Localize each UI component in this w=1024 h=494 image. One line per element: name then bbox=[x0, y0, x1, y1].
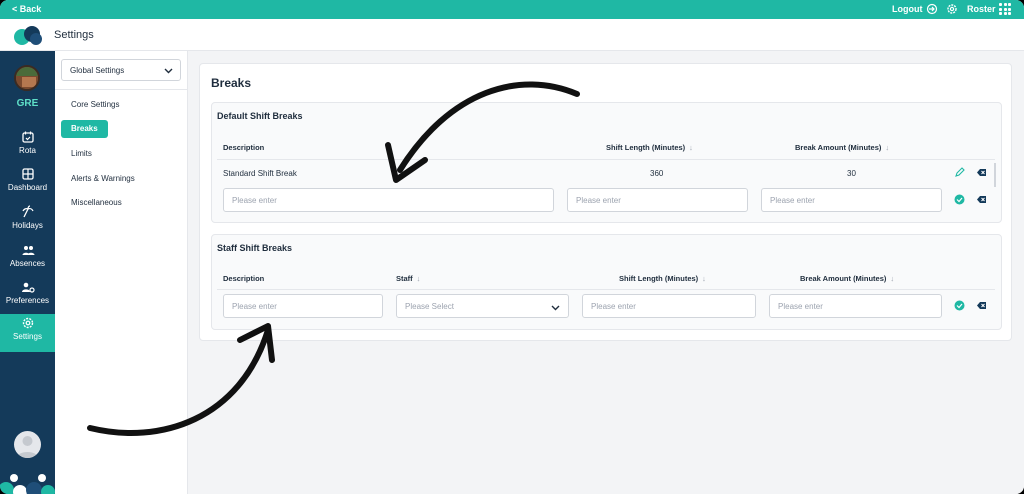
col-staff[interactable]: Staff ↓ bbox=[396, 274, 420, 283]
row-shift-length: 360 bbox=[650, 169, 664, 178]
settings-scope-select[interactable]: Global Settings bbox=[61, 59, 181, 81]
settings-scope-value: Global Settings bbox=[70, 66, 125, 75]
sidebar-item-breaks[interactable]: Breaks bbox=[61, 120, 108, 138]
staff-breaks-title: Staff Shift Breaks bbox=[217, 243, 293, 253]
row-break-amount: 30 bbox=[847, 169, 856, 178]
scroll-handle[interactable] bbox=[994, 163, 996, 187]
sidebar-item-core-settings[interactable]: Core Settings bbox=[61, 96, 129, 114]
row-description: Standard Shift Break bbox=[223, 169, 297, 178]
logout-icon[interactable] bbox=[926, 3, 938, 15]
staff-shift-breaks: Staff Shift Breaks Description Staff ↓ Sh… bbox=[211, 234, 1002, 330]
breaks-card: Breaks Default Shift Breaks Description … bbox=[199, 63, 1012, 341]
org-avatar[interactable] bbox=[14, 65, 40, 91]
sort-arrow-icon: ↓ bbox=[885, 143, 890, 152]
col-description[interactable]: Description bbox=[223, 143, 264, 152]
sidebar-item-alerts-warnings[interactable]: Alerts & Warnings bbox=[61, 170, 145, 188]
logout-link[interactable]: Logout bbox=[892, 4, 923, 14]
staff-description-input[interactable]: Please enter bbox=[223, 294, 383, 318]
sidebar-item-miscellaneous[interactable]: Miscellaneous bbox=[61, 194, 132, 212]
rail-item-holidays[interactable]: Holidays bbox=[0, 203, 55, 239]
main-content: Breaks Default Shift Breaks Description … bbox=[188, 51, 1024, 494]
edit-icon[interactable] bbox=[954, 167, 965, 178]
chevron-down-icon bbox=[164, 68, 173, 74]
staff-shift-length-input[interactable]: Please enter bbox=[582, 294, 756, 318]
sort-arrow-icon: ↓ bbox=[890, 274, 895, 283]
section-heading: Breaks bbox=[211, 76, 252, 90]
left-rail: GRE Rota Dashboard Holidays Absences Pre… bbox=[0, 51, 55, 494]
calendar-icon bbox=[21, 131, 34, 143]
rail-label: Settings bbox=[13, 332, 42, 341]
delete-icon[interactable] bbox=[976, 167, 987, 178]
back-link[interactable]: < Back bbox=[12, 4, 41, 14]
col-description[interactable]: Description bbox=[223, 274, 264, 283]
user-avatar[interactable] bbox=[14, 431, 41, 458]
confirm-icon[interactable] bbox=[954, 300, 965, 311]
settings-sidebar: Global Settings Core Settings Breaks Lim… bbox=[55, 51, 188, 494]
staff-break-amount-input[interactable]: Please enter bbox=[769, 294, 942, 318]
chevron-down-icon bbox=[551, 305, 560, 311]
default-description-input[interactable]: Please enter bbox=[223, 188, 554, 212]
default-shift-length-input[interactable]: Please enter bbox=[567, 188, 748, 212]
col-shift-length[interactable]: Shift Length (Minutes) ↓ bbox=[606, 143, 693, 152]
roster-link[interactable]: Roster bbox=[967, 4, 996, 14]
absences-icon bbox=[22, 246, 34, 255]
settings-icon bbox=[22, 317, 33, 329]
rail-label: Preferences bbox=[5, 296, 50, 305]
col-shift-length[interactable]: Shift Length (Minutes) ↓ bbox=[619, 274, 706, 283]
sidebar-divider bbox=[55, 89, 188, 90]
col-break-amount[interactable]: Break Amount (Minutes) ↓ bbox=[795, 143, 889, 152]
holiday-icon bbox=[21, 205, 34, 218]
page-title: Settings bbox=[54, 29, 94, 41]
confirm-icon[interactable] bbox=[954, 194, 965, 205]
sidebar-item-limits[interactable]: Limits bbox=[61, 145, 102, 163]
default-shift-breaks: Default Shift Breaks Description Shift L… bbox=[211, 102, 1002, 223]
row-divider bbox=[217, 159, 995, 160]
clear-icon[interactable] bbox=[976, 300, 987, 311]
clear-icon[interactable] bbox=[976, 194, 987, 205]
sort-arrow-icon: ↓ bbox=[689, 143, 693, 152]
gear-icon[interactable] bbox=[946, 3, 958, 15]
rail-item-absences[interactable]: Absences bbox=[0, 241, 55, 277]
rail-label: Holidays bbox=[12, 221, 43, 230]
rail-item-rota[interactable]: Rota bbox=[0, 128, 55, 164]
rail-item-preferences[interactable]: Preferences bbox=[0, 278, 55, 314]
sort-arrow-icon: ↓ bbox=[702, 274, 706, 283]
col-break-amount[interactable]: Break Amount (Minutes) ↓ bbox=[800, 274, 894, 283]
app-header: Settings bbox=[0, 19, 1024, 51]
apps-grid-icon[interactable] bbox=[999, 3, 1011, 15]
app-window: < Back Logout Roster Settings GRE Rota D… bbox=[0, 0, 1024, 494]
org-code: GRE bbox=[16, 98, 39, 109]
rail-label: Rota bbox=[19, 146, 36, 155]
rail-item-settings[interactable]: Settings bbox=[0, 314, 55, 352]
rail-label: Dashboard bbox=[7, 183, 48, 192]
preferences-icon bbox=[21, 282, 35, 293]
default-breaks-title: Default Shift Breaks bbox=[217, 111, 303, 121]
row-divider bbox=[217, 289, 995, 290]
dashboard-icon bbox=[21, 168, 34, 180]
logo[interactable] bbox=[12, 25, 44, 47]
staff-select[interactable]: Please Select bbox=[396, 294, 569, 318]
top-bar: < Back Logout Roster bbox=[0, 0, 1024, 19]
brand-pattern bbox=[0, 474, 55, 494]
sort-arrow-icon: ↓ bbox=[416, 274, 421, 283]
default-break-amount-input[interactable]: Please enter bbox=[761, 188, 942, 212]
rail-item-dashboard[interactable]: Dashboard bbox=[0, 165, 55, 201]
staff-select-placeholder: Please Select bbox=[405, 301, 454, 311]
rail-label: Absences bbox=[9, 259, 46, 268]
